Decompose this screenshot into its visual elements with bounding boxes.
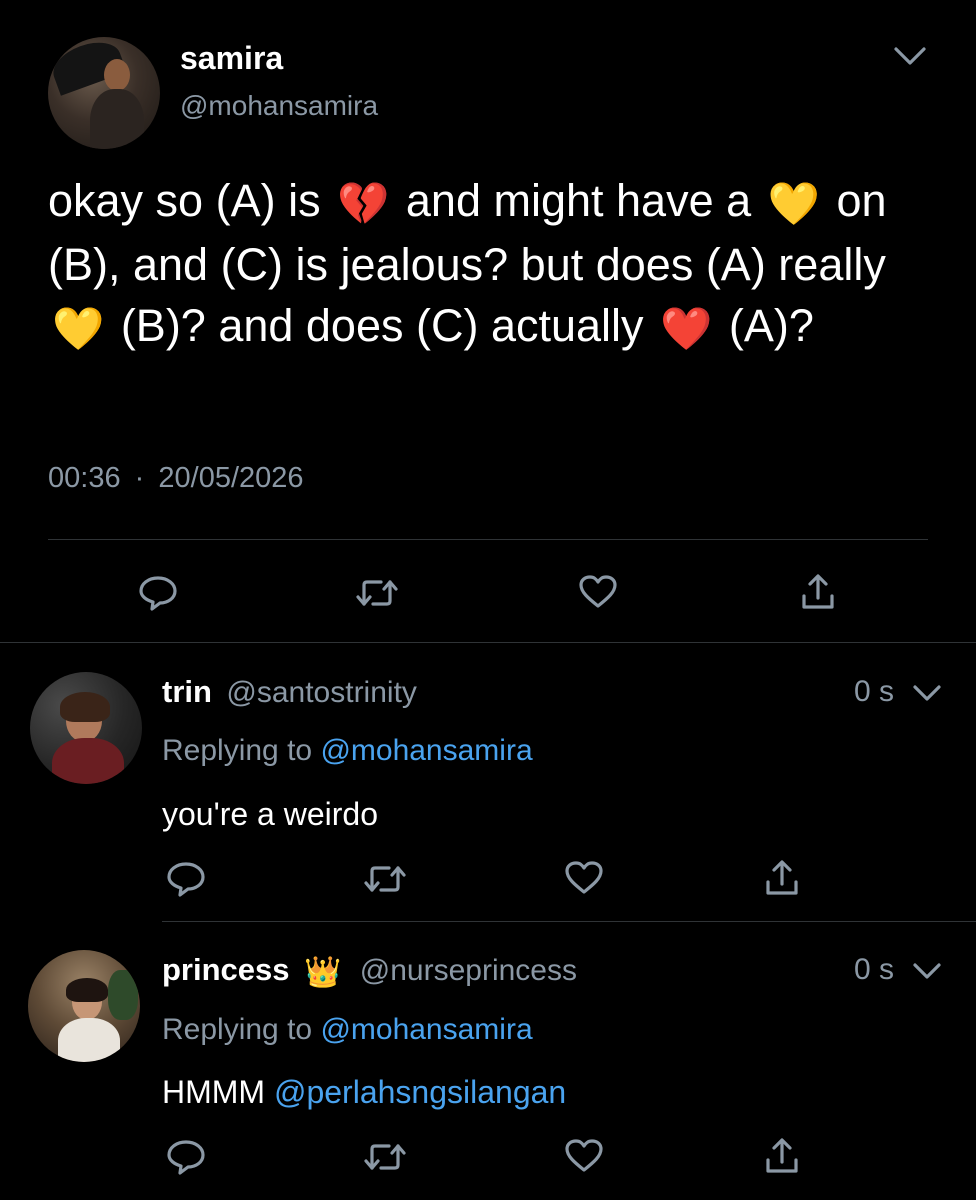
- reply-like-button[interactable]: [562, 1136, 606, 1176]
- tweet-time: 00:36: [48, 462, 121, 494]
- reply-author-handle[interactable]: @santostrinity: [226, 676, 417, 709]
- main-tweet-text: okay so (A) is 💔 and might have a 💛 on (…: [48, 170, 928, 359]
- reply-reply-button[interactable]: [164, 858, 208, 898]
- like-icon: [565, 1139, 603, 1172]
- yellow-heart-emoji: 💛: [52, 305, 105, 352]
- main-author-handle[interactable]: @mohansamira: [180, 90, 378, 122]
- replying-to-mention[interactable]: @mohansamira: [320, 1013, 532, 1046]
- reply-retweet-button[interactable]: [362, 860, 408, 898]
- main-tweet-divider: [48, 539, 928, 540]
- replying-to-label: Replying to: [162, 734, 313, 767]
- timestamp-separator: ·: [134, 462, 145, 494]
- reply-icon: [167, 1140, 205, 1175]
- reply-share-button[interactable]: [762, 858, 802, 898]
- reply-time: 0 s: [854, 953, 895, 986]
- tweet-text-part: and might have a: [405, 175, 752, 226]
- replying-to-line: Replying to @mohansamira: [162, 1013, 533, 1047]
- retweet-icon: [364, 866, 406, 892]
- main-like-button[interactable]: [576, 572, 620, 612]
- main-reply-button[interactable]: [136, 572, 180, 612]
- reply-author-name[interactable]: princess: [162, 952, 290, 987]
- tweet-date: 20/05/2026: [158, 462, 304, 494]
- like-icon: [579, 575, 617, 608]
- reply-text: HMMM @perlahsngsilangan: [162, 1074, 566, 1111]
- tweet-text-part: (A)?: [728, 300, 814, 351]
- main-tweet-timestamp[interactable]: 00:36 · 20/05/2026: [48, 462, 304, 495]
- share-icon: [802, 574, 834, 609]
- reply-like-button[interactable]: [562, 858, 606, 898]
- replying-to-line: Replying to @mohansamira: [162, 734, 533, 768]
- thread-divider: [0, 642, 976, 643]
- reply-author-avatar[interactable]: [30, 672, 142, 784]
- main-share-button[interactable]: [798, 572, 838, 612]
- share-icon: [766, 1138, 798, 1173]
- reply-menu-chevron-icon[interactable]: [912, 683, 942, 703]
- replying-to-mention[interactable]: @mohansamira: [320, 734, 532, 767]
- reply-time: 0 s: [854, 675, 895, 708]
- reply-share-button[interactable]: [762, 1136, 802, 1176]
- reply-header: princess 👑 @nurseprincess: [162, 952, 577, 990]
- main-author-avatar[interactable]: [48, 37, 160, 149]
- reply-divider: [162, 921, 976, 922]
- reply-reply-button[interactable]: [164, 1136, 208, 1176]
- reply-text: you're a weirdo: [162, 796, 378, 832]
- broken-heart-emoji: 💔: [337, 180, 390, 227]
- reply-icon: [139, 576, 177, 611]
- main-tweet-menu-chevron-icon[interactable]: [892, 44, 928, 68]
- retweet-icon: [364, 1144, 406, 1170]
- crown-emoji: 👑: [303, 956, 342, 989]
- main-author-name[interactable]: samira: [180, 40, 283, 77]
- like-icon: [565, 861, 603, 894]
- main-retweet-button[interactable]: [354, 574, 400, 612]
- share-icon: [766, 860, 798, 895]
- yellow-heart-emoji: 💛: [767, 180, 820, 227]
- tweet-text-part: (B)? and does (C) actually: [120, 300, 644, 351]
- replying-to-label: Replying to: [162, 1013, 313, 1046]
- reply-menu-chevron-icon[interactable]: [912, 961, 942, 981]
- reply-header: trin @santostrinity: [162, 674, 417, 710]
- reply-text-mention[interactable]: @perlahsngsilangan: [274, 1074, 566, 1110]
- retweet-icon: [356, 580, 398, 606]
- tweet-text-part: okay so (A) is: [48, 175, 321, 226]
- reply-icon: [167, 862, 205, 897]
- red-heart-emoji: ❤️: [660, 305, 713, 352]
- reply-author-avatar[interactable]: [28, 950, 140, 1062]
- reply-retweet-button[interactable]: [362, 1138, 408, 1176]
- reply-author-handle[interactable]: @nurseprincess: [360, 954, 577, 987]
- reply-author-name[interactable]: trin: [162, 674, 212, 709]
- reply-text-body: HMMM: [162, 1074, 266, 1110]
